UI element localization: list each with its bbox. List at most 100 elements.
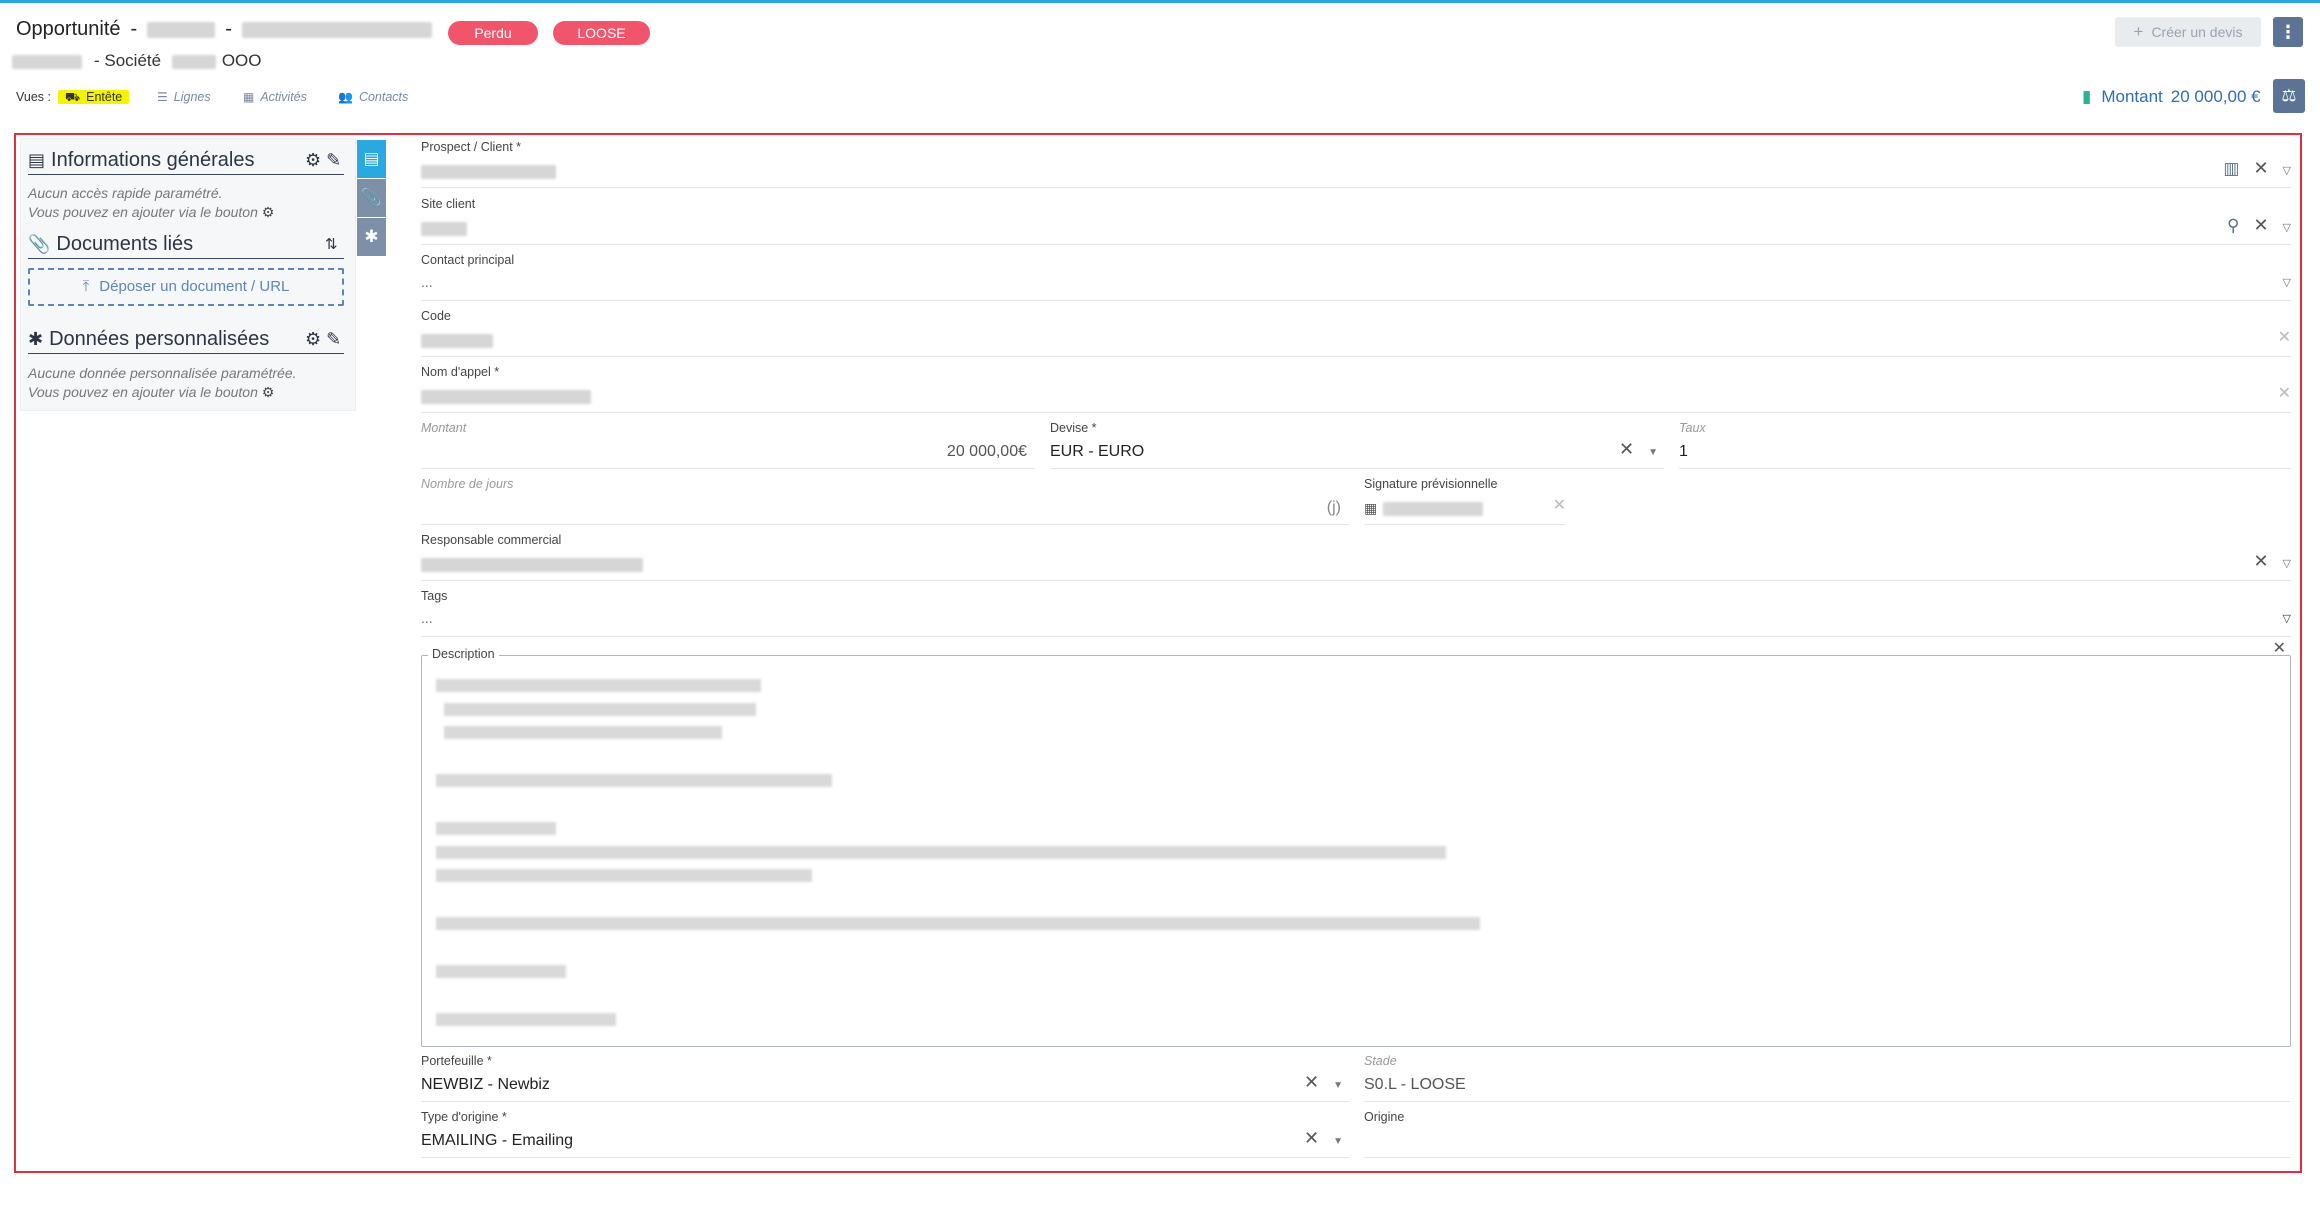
redacted-text — [436, 774, 832, 787]
gear-icon: ⚙ — [261, 204, 275, 220]
status-badge-loose: LOOSE — [553, 21, 650, 45]
name-label: Nom d'appel * — [421, 365, 500, 379]
custom-data-tools: ⚙ ✎ — [305, 329, 341, 350]
rate-value: 1 — [1679, 443, 1688, 460]
days-label: Nombre de jours — [421, 477, 514, 491]
list-icon: ☰ — [157, 90, 168, 104]
paperclip-icon: 📎 — [360, 188, 383, 207]
status-badge-perdu: Perdu — [448, 21, 538, 45]
file-info-icon: ▤ — [28, 150, 46, 170]
truck-icon: ⛟ — [65, 90, 81, 104]
edit-icon[interactable]: ✎ — [326, 329, 341, 349]
custom-data-title: ✱ Données personnalisées — [28, 328, 270, 350]
create-quote-button[interactable]: + Créer un devis — [2115, 17, 2261, 47]
clear-icon[interactable]: ✕ — [1304, 1128, 1319, 1148]
views-label: Vues : — [16, 90, 51, 104]
chevron-down-icon[interactable]: ▽ — [2283, 222, 2291, 234]
caret-down-icon[interactable]: ▼ — [1333, 1080, 1343, 1091]
sort-icon[interactable]: ⇅ — [325, 235, 338, 253]
code-value[interactable] — [421, 332, 493, 350]
general-info-tools: ⚙ ✎ — [305, 150, 341, 171]
redacted-text — [444, 726, 722, 739]
chevron-down-icon[interactable]: ▽ — [2283, 558, 2291, 570]
file-info-icon: ▤ — [363, 149, 380, 168]
clear-icon[interactable]: ✕ — [1619, 439, 1634, 459]
field-stage: Stade S0.L - LOOSE — [1364, 1051, 2291, 1102]
origin-type-value[interactable]: EMAILING - Emailing — [421, 1132, 573, 1150]
field-signature: Signature prévisionnelle ▦ ✕ — [1364, 474, 1566, 525]
redacted-text — [436, 965, 566, 978]
upload-icon: ⤒ — [82, 278, 90, 295]
document-drop-zone[interactable]: ⤒ Déposer un document / URL — [28, 268, 344, 306]
clear-icon[interactable]: ✕ — [1553, 497, 1566, 514]
custom-data-divider — [28, 353, 344, 354]
contact-value[interactable]: ... — [421, 274, 433, 290]
side-tab-custom[interactable]: ✱ — [357, 218, 386, 256]
clear-icon[interactable]: ✕ — [2253, 551, 2268, 571]
view-tab-contacts[interactable]: 👥 Contacts — [338, 86, 408, 108]
field-currency: Devise * EUR - EURO ✕ ▼ — [1050, 418, 1664, 469]
chevron-down-icon[interactable]: ▽ — [2283, 613, 2291, 625]
clear-icon[interactable]: ✕ — [2278, 385, 2291, 402]
clear-icon[interactable]: ✕ — [1304, 1072, 1319, 1092]
side-tab-documents[interactable]: 📎 — [357, 179, 386, 217]
building-icon[interactable]: ▥ — [2223, 159, 2239, 178]
prospect-value[interactable] — [421, 163, 556, 181]
portfolio-value[interactable]: NEWBIZ - Newbiz — [421, 1076, 550, 1094]
linked-docs-divider — [28, 258, 344, 259]
view-tab-entete[interactable]: ⛟ Entête — [58, 86, 130, 108]
amount-summary: ▮ Montant 20 000,00 € — [2082, 87, 2261, 106]
clear-icon[interactable]: ✕ — [2253, 215, 2268, 235]
rate-label: Taux — [1679, 421, 1706, 435]
chevron-down-icon[interactable]: ▽ — [2283, 165, 2291, 177]
origin-label: Origine — [1364, 1110, 1405, 1124]
map-pin-icon[interactable]: ⚲ — [2227, 216, 2239, 235]
site-value[interactable] — [421, 220, 467, 238]
page-title: Opportunité - - — [16, 18, 432, 41]
currency-value[interactable]: EUR - EURO — [1050, 443, 1144, 461]
signature-value[interactable]: ▦ — [1364, 500, 1484, 518]
field-code: Code ✕ — [421, 306, 2291, 357]
field-sales-rep: Responsable commercial ✕ ▽ — [421, 530, 2291, 581]
redacted-text — [436, 846, 1446, 859]
sales-rep-value[interactable] — [421, 556, 643, 574]
paperclip-icon: 📎 — [28, 234, 51, 254]
clear-icon[interactable]: ✕ — [2253, 158, 2268, 178]
caret-down-icon[interactable]: ▼ — [1648, 447, 1658, 458]
top-accent-bar — [0, 0, 2320, 3]
gear-icon[interactable]: ⚙ — [305, 329, 321, 349]
redacted-text — [436, 869, 812, 882]
chevron-down-icon[interactable]: ▽ — [2283, 277, 2291, 289]
calendar-icon: ▦ — [1364, 500, 1378, 516]
scale-icon-button[interactable]: ⚖ — [2273, 79, 2305, 113]
stage-label: Stade — [1364, 1054, 1397, 1068]
stage-value: S0.L - LOOSE — [1364, 1076, 1466, 1093]
description-label: Description — [428, 647, 499, 661]
tags-label: Tags — [421, 589, 448, 603]
name-value[interactable] — [421, 388, 591, 406]
subtitle-prefix: - Société — [94, 51, 162, 70]
edit-icon[interactable]: ✎ — [326, 150, 341, 170]
side-tab-info[interactable]: ▤ — [357, 140, 386, 178]
redacted-contact — [12, 54, 82, 69]
caret-down-icon[interactable]: ▼ — [1333, 1136, 1343, 1147]
clear-icon[interactable]: ✕ — [2273, 638, 2286, 658]
site-label: Site client — [421, 197, 476, 211]
asterisk-icon: ✱ — [364, 227, 379, 246]
view-tab-activites[interactable]: ▦ Activités — [243, 86, 307, 108]
side-tabs: ▤ 📎 ✱ — [357, 140, 386, 257]
sales-rep-label: Responsable commercial — [421, 533, 562, 547]
custom-data-note-1: Aucune donnée personnalisée paramétrée. — [28, 365, 297, 381]
linked-docs-title: 📎 Documents liés — [28, 233, 194, 255]
description-box[interactable]: Description ✕ — [421, 640, 2291, 1047]
document-icon: ▮ — [2082, 87, 2092, 106]
view-tab-lignes[interactable]: ☰ Lignes — [157, 86, 211, 108]
days-unit: (j) — [1326, 499, 1341, 516]
more-options-button[interactable]: ⋮ — [2273, 17, 2303, 47]
general-info-title: ▤ Informations générales — [28, 149, 255, 171]
field-origin-type: Type d'origine * EMAILING - Emailing ✕ ▼ — [421, 1107, 1349, 1158]
field-days: Nombre de jours (j) — [421, 474, 1349, 525]
gear-icon[interactable]: ⚙ — [305, 150, 321, 170]
clear-icon[interactable]: ✕ — [2278, 329, 2291, 346]
tags-value[interactable]: ... — [421, 610, 433, 626]
